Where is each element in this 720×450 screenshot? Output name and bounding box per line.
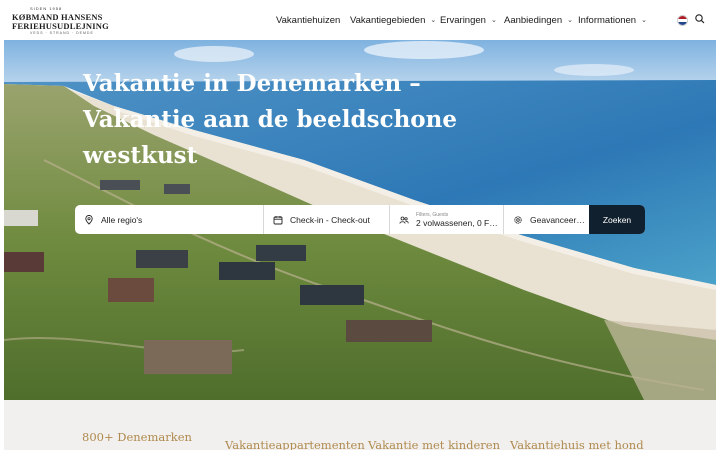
dates-value: Check-in - Check-out [290, 214, 370, 225]
hero-title-line: Vakantie in Denemarken – [83, 70, 421, 97]
logo-founded: SIDEN 1958 [30, 6, 63, 11]
hero-title: Vakantie in Denemarken – Vakantie aan de… [83, 66, 463, 174]
gear-icon [514, 215, 522, 224]
guests-filter[interactable]: Filters, Guests 2 volwassenen, 0 Filters [390, 205, 504, 234]
nav-item-vakantiehuizen[interactable]: Vakantiehuizen [276, 0, 340, 40]
hero-title-line: Vakantie aan de beeldschone [83, 106, 457, 133]
chevron-down-icon: ⌄ [567, 17, 573, 24]
nav-label: Informationen [578, 14, 637, 26]
region-value: Alle regio's [101, 214, 143, 225]
nav-item-informationen[interactable]: Informationen ⌄ [578, 0, 647, 40]
nav-label: Vakantiehuizen [276, 14, 341, 26]
category-link-dog[interactable]: Vakantiehuis met hond [510, 438, 644, 450]
nav-item-vakantiegebieden[interactable]: Vakantiegebieden ⌄ [350, 0, 436, 40]
nav-item-ervaringen[interactable]: Ervaringen ⌄ [440, 0, 497, 40]
site-header: SIDEN 1958 KØBMAND HANSENS FERIEHUSUDLEJ… [4, 0, 716, 40]
search-bar: Alle regio's Check-in - Check-out Filter… [75, 205, 645, 234]
section-heading: 800+ Denemarken [82, 430, 192, 444]
nav-label: Ervaringen [440, 14, 486, 26]
chevron-down-icon: ⌄ [490, 17, 497, 24]
nav-item-aanbiedingen[interactable]: Aanbiedingen ⌄ [504, 0, 573, 40]
guests-value: 2 volwassenen, 0 Filters [416, 217, 498, 228]
search-icon[interactable] [694, 13, 706, 25]
nav-label: Vakantiegebieden [350, 14, 426, 26]
logo-tagline: VEDS · STRAND · DEMDE [30, 31, 94, 35]
chevron-down-icon: ⌄ [641, 17, 647, 24]
guests-icon [399, 216, 409, 224]
netherlands-flag-icon[interactable] [677, 15, 688, 26]
chevron-down-icon: ⌄ [430, 17, 437, 24]
category-link-kids[interactable]: Vakantie met kinderen [368, 438, 500, 450]
logo-line-2: FERIEHUSUDLEJNING [12, 21, 109, 31]
advanced-search[interactable]: Geavanceerd zoeken [504, 205, 589, 234]
category-link-apartments[interactable]: Vakantieappartementen [225, 438, 365, 450]
nav-label: Aanbiedingen [504, 14, 563, 26]
advanced-label: Geavanceerd zoeken [530, 214, 586, 225]
search-submit-button[interactable]: Zoeken [589, 205, 645, 234]
brand-logo[interactable]: SIDEN 1958 KØBMAND HANSENS FERIEHUSUDLEJ… [12, 6, 109, 35]
hero-section: Vakantie in Denemarken – Vakantie aan de… [4, 40, 716, 400]
hero-title-line: westkust [83, 142, 198, 169]
region-select[interactable]: Alle regio's [75, 205, 264, 234]
calendar-icon [273, 215, 283, 224]
map-pin-icon [85, 214, 93, 225]
date-range-picker[interactable]: Check-in - Check-out [264, 205, 390, 234]
page: SIDEN 1958 KØBMAND HANSENS FERIEHUSUDLEJ… [4, 0, 716, 450]
